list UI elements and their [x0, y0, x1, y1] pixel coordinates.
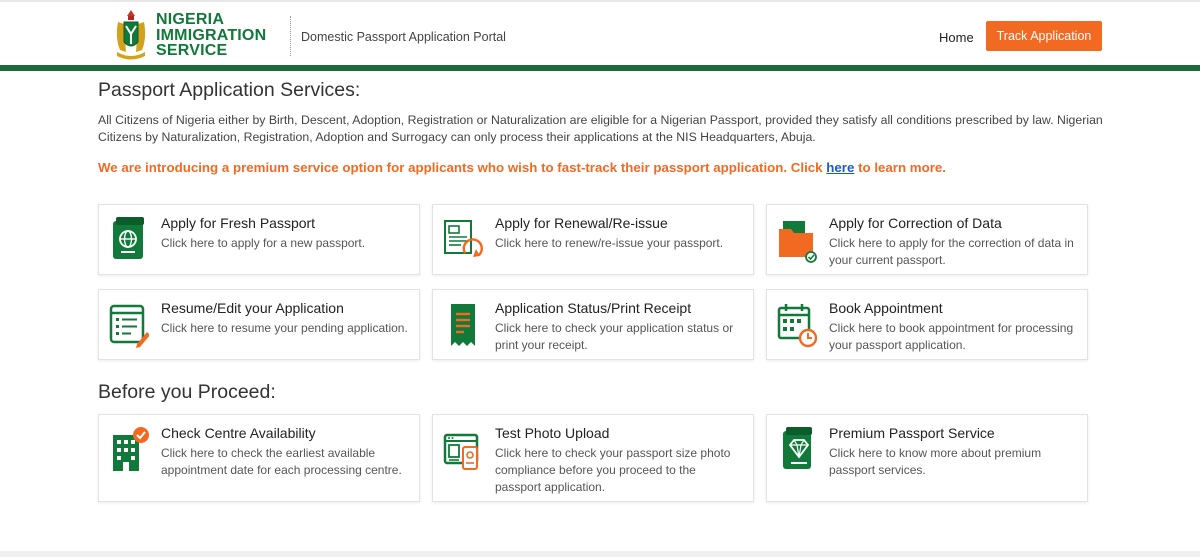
card-title: Apply for Fresh Passport — [161, 215, 316, 231]
nigeria-coat-of-arms-icon[interactable] — [112, 8, 150, 62]
footer-divider — [0, 551, 1200, 557]
building-check-icon — [113, 427, 149, 471]
edit-form-icon — [109, 304, 149, 348]
card-desc: Click here to check your application sta… — [495, 321, 734, 352]
card-book-appointment[interactable]: Book Appointment Click here to book appo… — [766, 289, 1088, 360]
portal-title: Domestic Passport Application Portal — [301, 30, 506, 44]
card-desc: Click here to renew/re-issue your passpo… — [495, 236, 724, 250]
premium-notice: We are introducing a premium service opt… — [98, 160, 1108, 175]
nav-home-link[interactable]: Home — [939, 30, 974, 45]
card-centre-availability[interactable]: Check Centre Availability Click here to … — [98, 414, 420, 502]
correction-folder-icon — [779, 221, 817, 263]
card-fresh-passport[interactable]: Apply for Fresh Passport Click here to a… — [98, 204, 420, 275]
site-header: NIGERIA IMMIGRATION SERVICE Domestic Pas… — [0, 0, 1200, 66]
logo-line-1: NIGERIA — [156, 11, 225, 28]
card-desc: Click here to apply for the correction o… — [829, 236, 1074, 267]
card-premium-service[interactable]: Premium Passport Service Click here to k… — [766, 414, 1088, 502]
card-correction[interactable]: Apply for Correction of Data Click here … — [766, 204, 1088, 275]
card-renewal[interactable]: Apply for Renewal/Re-issue Click here to… — [432, 204, 754, 275]
card-desc: Click here to resume your pending applic… — [161, 321, 408, 335]
card-photo-upload[interactable]: Test Photo Upload Click here to check yo… — [432, 414, 754, 502]
header-green-bar — [0, 65, 1200, 71]
card-title: Resume/Edit your Application — [161, 300, 344, 316]
card-title: Apply for Correction of Data — [829, 215, 1002, 231]
passport-icon — [113, 217, 144, 259]
eligibility-intro: All Citizens of Nigeria either by Birth,… — [98, 113, 1103, 144]
card-desc: Click here to check your passport size p… — [495, 446, 731, 494]
logo-divider — [290, 16, 291, 56]
logo-line-2: IMMIGRATION — [156, 26, 267, 44]
premium-notice-prefix: We are introducing a premium service opt… — [98, 160, 827, 175]
card-desc: Click here to book appointment for proce… — [829, 321, 1074, 352]
premium-diamond-icon — [783, 427, 812, 469]
card-title: Book Appointment — [829, 300, 943, 316]
card-status-receipt[interactable]: Application Status/Print Receipt Click h… — [432, 289, 754, 360]
premium-notice-suffix: to learn more. — [854, 160, 946, 175]
card-title: Apply for Renewal/Re-issue — [495, 215, 668, 231]
renewal-icon — [444, 220, 483, 257]
card-resume-edit[interactable]: Resume/Edit your Application Click here … — [98, 289, 420, 360]
card-title: Check Centre Availability — [161, 425, 316, 441]
calendar-clock-icon — [777, 304, 817, 348]
card-title: Application Status/Print Receipt — [495, 300, 692, 316]
card-desc: Click here to apply for a new passport. — [161, 236, 366, 250]
proceed-section-title: Before you Proceed: — [98, 381, 276, 403]
premium-learn-more-link[interactable]: here — [826, 160, 854, 175]
photo-upload-icon — [443, 433, 479, 470]
services-section-title: Passport Application Services: — [98, 79, 361, 101]
track-application-button[interactable]: Track Application — [986, 21, 1102, 51]
card-desc: Click here to know more about premium pa… — [829, 446, 1042, 477]
card-title: Test Photo Upload — [495, 425, 610, 441]
card-desc: Click here to check the earliest availab… — [161, 446, 402, 477]
logo-wordmark[interactable]: NIGERIA IMMIGRATION SERVICE — [156, 12, 266, 59]
card-title: Premium Passport Service — [829, 425, 995, 441]
logo-line-3: SERVICE — [156, 42, 228, 59]
receipt-icon — [451, 304, 475, 346]
